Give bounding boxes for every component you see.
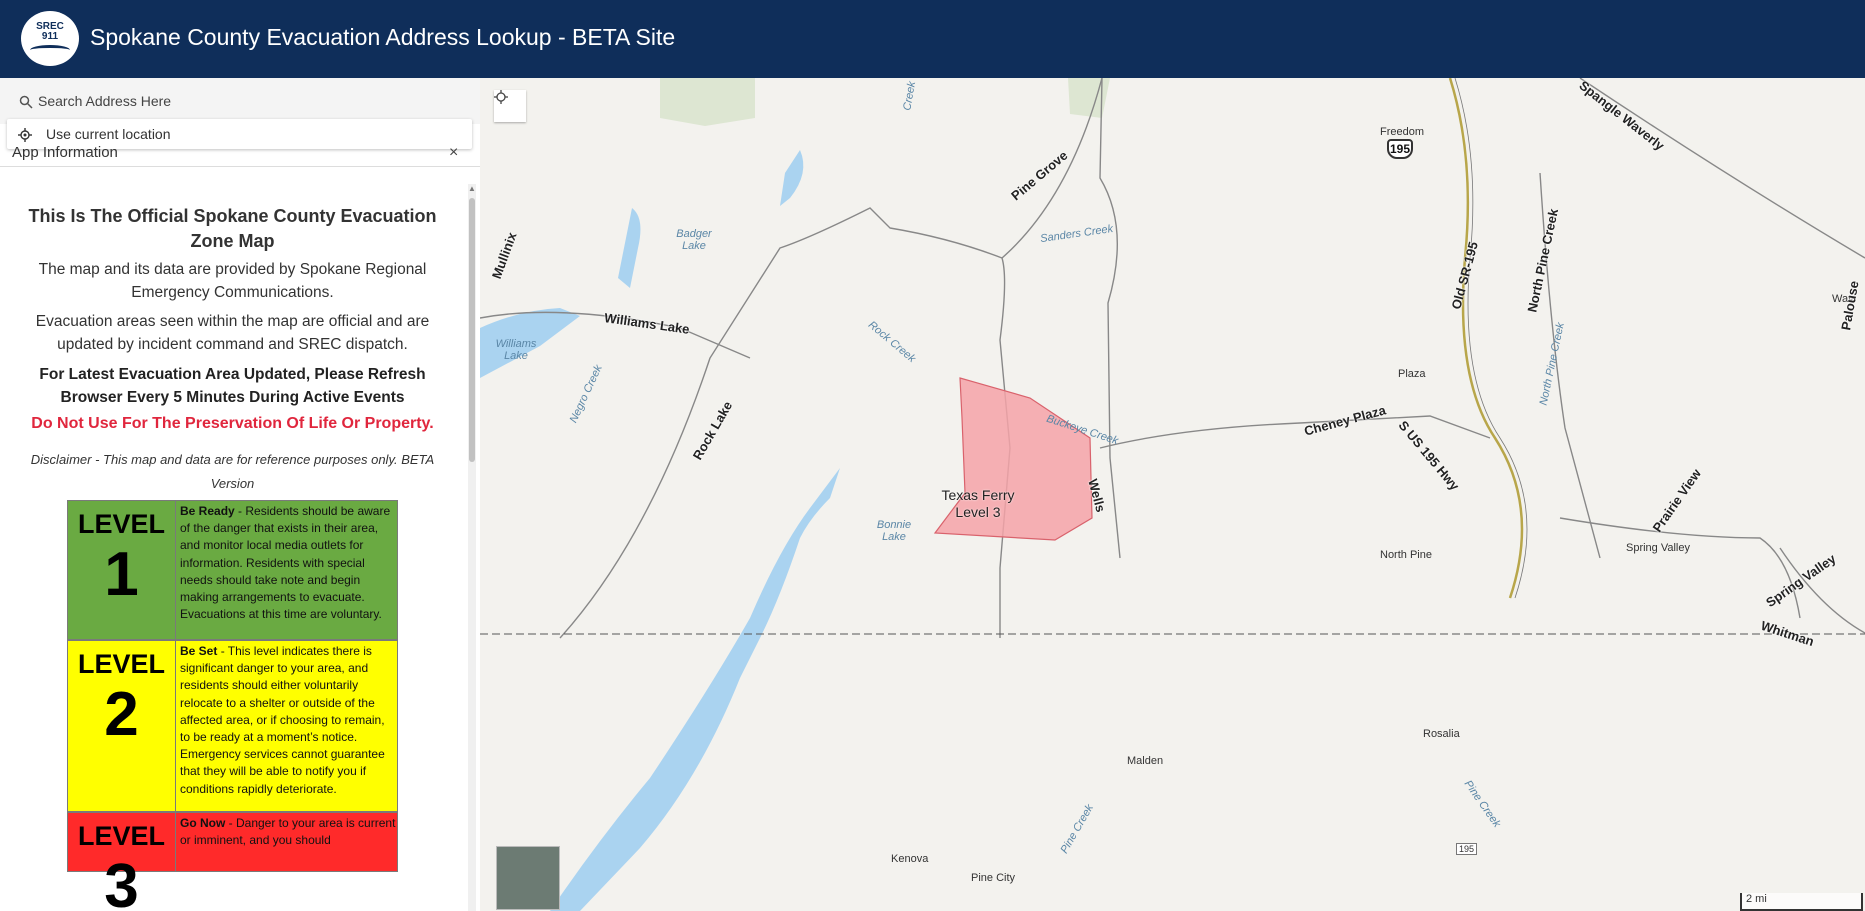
app-header: SREC 911 Spokane County Evacuation Addre… [0,0,1865,78]
hwy-195-small-shield: 195 [1456,843,1478,855]
basemap-toggle[interactable] [496,846,560,910]
map-label-kenova: Kenova [891,853,929,865]
zone-level: Level 3 [955,504,1001,520]
level-3-badge: LEVEL 3 [68,813,176,911]
scroll-up-icon[interactable]: ▲ [468,184,476,193]
warning-text: Do Not Use For The Preservation Of Life … [31,415,434,432]
zone-name: Texas Ferry [941,487,1015,503]
left-panel: Use current location App Information × T… [0,78,480,911]
level-number: 2 [104,680,139,749]
map-view[interactable]: Texas Ferry Level 3 Pine Grove Sanders C… [480,78,1865,911]
us-195-shield: 195 [1387,139,1413,159]
scale-bar: 2 mi [1740,893,1863,911]
logo-sub: 911 [41,31,59,42]
level-word: LEVEL [77,821,165,851]
refresh-text: For Latest Evacuation Area Updated, Plea… [39,366,426,406]
level-title: Be Ready [180,504,235,518]
disclaimer-text: Disclaimer - This map and data are for r… [30,452,435,491]
map-label-spring-valley-place: Spring Valley [1626,542,1690,554]
level-number: 1 [104,540,139,609]
panel-title: App Information [12,144,118,161]
map-label-rosalia: Rosalia [1423,728,1460,740]
search-input[interactable] [38,88,458,114]
level-1-description: Be Ready - Residents should be aware of … [180,503,396,623]
level-title: Go Now [180,816,226,830]
main-heading: This Is The Official Spokane County Evac… [28,206,437,251]
map-canvas[interactable] [480,78,1865,911]
level-3-description: Go Now - Danger to your area is current … [180,815,396,849]
crosshair-icon [494,90,508,104]
level-1-badge: LEVEL 1 [68,501,176,639]
level-2-row: LEVEL 2 Be Set - This level indicates th… [67,640,398,812]
level-title: Be Set [180,644,218,658]
panel-header: App Information × [0,144,480,167]
wave-icon [30,45,70,55]
level-2-description: Be Set - This level indicates there is s… [180,643,396,798]
map-label-plaza: Plaza [1398,368,1426,380]
close-icon[interactable]: × [449,144,458,162]
search-bar [0,78,480,124]
provider-text: The map and its data are provided by Spo… [38,261,427,301]
map-label-north-pine: North Pine [1380,549,1432,561]
level-text: - Residents should be aware of the dange… [180,504,391,622]
level-2-badge: LEVEL 2 [68,641,176,811]
locate-button[interactable] [494,90,526,122]
map-label-freedom: Freedom [1380,126,1425,138]
app-title: Spokane County Evacuation Address Lookup… [90,24,676,50]
scroll-thumb[interactable] [469,198,475,462]
locate-icon [18,128,32,142]
zone-label[interactable]: Texas Ferry Level 3 [933,487,1023,521]
srec-logo: SREC 911 [21,11,79,66]
level-word: LEVEL [77,509,165,539]
search-icon[interactable] [19,95,33,109]
app-info-content: This Is The Official Spokane County Evac… [0,170,470,911]
panel-scrollbar[interactable]: ▲ [468,184,476,911]
level-word: LEVEL [77,649,165,679]
map-label-badger-lake: Badger Lake [676,228,712,252]
level-number: 3 [104,852,139,911]
official-text: Evacuation areas seen within the map are… [35,313,430,353]
map-label-pine-city: Pine City [971,872,1016,884]
map-label-malden: Malden [1127,755,1164,767]
map-label-williams-lake: Williams Lake [495,338,537,362]
map-label-bonnie-lake: Bonnie Lake [876,519,912,543]
level-text: - This level indicates there is signific… [180,644,385,796]
level-1-row: LEVEL 1 Be Ready - Residents should be a… [67,500,398,640]
suggestion-label: Use current location [46,126,171,142]
level-3-row: LEVEL 3 Go Now - Danger to your area is … [67,812,398,911]
